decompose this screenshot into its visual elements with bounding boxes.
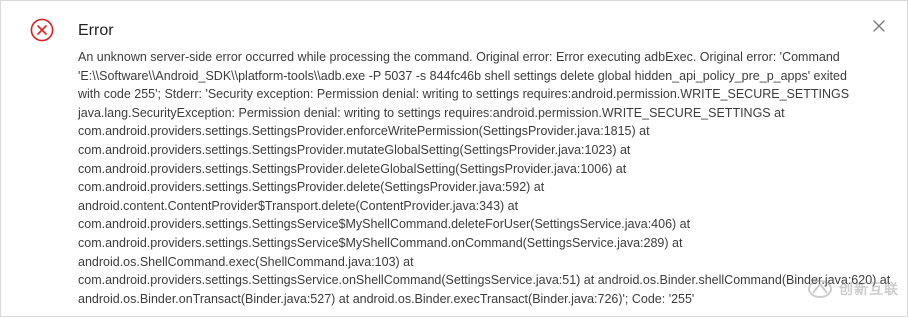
close-icon[interactable] — [872, 19, 886, 33]
message-line: com.android.providers.settings.SettingsP… — [78, 124, 650, 139]
message-line: An unknown server-side error occurred wh… — [78, 50, 840, 64]
message-line: android.os.ShellCommand.exec(ShellComman… — [78, 254, 414, 269]
message-line: com.android.providers.settings.SettingsP… — [78, 142, 631, 157]
message-line: android.os.Binder.onTransact(Binder.java… — [78, 291, 695, 306]
dialog-title: Error — [78, 22, 114, 39]
message-line: 'E:\\Software\\Android_SDK\\platform-too… — [78, 68, 847, 83]
error-message: An unknown server-side error occurred wh… — [78, 48, 890, 308]
error-circle-icon — [30, 18, 54, 42]
message-line: com.android.providers.settings.SettingsS… — [78, 217, 691, 232]
message-line: com.android.providers.settings.SettingsP… — [78, 161, 627, 176]
message-line: android.content.ContentProvider$Transpor… — [78, 198, 519, 213]
message-line: com.android.providers.settings.SettingsS… — [78, 235, 683, 250]
message-line: com.android.providers.settings.SettingsP… — [78, 180, 545, 195]
message-line: java.lang.SecurityException: Permission … — [78, 105, 785, 120]
message-line: com.android.providers.settings.SettingsS… — [78, 273, 891, 288]
message-line: with code 255'; Stderr: 'Security except… — [78, 87, 850, 102]
error-dialog: Error An unknown server-side error occur… — [0, 0, 908, 317]
